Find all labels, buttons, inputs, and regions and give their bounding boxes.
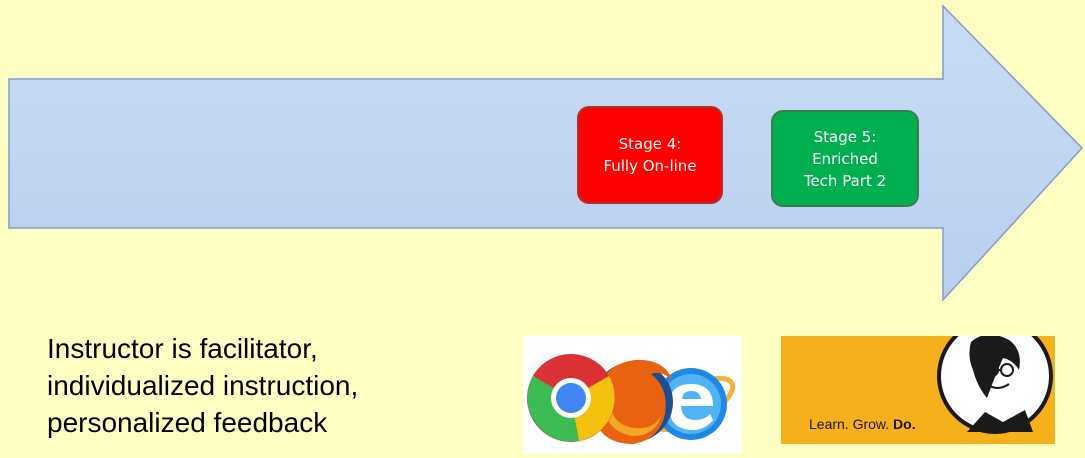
stage-5-label-line2: Tech Part 2 (803, 171, 887, 190)
slide-canvas: Stage 4: Fully On-line Stage 5: Enriched… (0, 0, 1085, 454)
lynda-tagline-bold: Do. (893, 416, 916, 432)
stage-4-box: Stage 4: Fully On-line (577, 106, 723, 204)
description-line-3: personalized feedback (47, 407, 328, 438)
description-text: Instructor is facilitator, individualize… (47, 330, 358, 441)
chrome-icon (527, 354, 615, 442)
lynda-tagline-text: Learn. Grow. (809, 416, 890, 432)
description-line-1: Instructor is facilitator, (47, 333, 318, 364)
stage-5-title: Stage 5: (813, 127, 877, 146)
description-line-2: individualized instruction, (47, 370, 359, 401)
stage-5-label-line1: Enriched (812, 149, 878, 168)
stage-4-title: Stage 4: (618, 135, 682, 153)
browsers-image (523, 336, 742, 454)
arrow-shape (8, 4, 1084, 302)
lynda-tagline: Learn. Grow. Do. (809, 416, 916, 432)
lynda-image: Learn. Grow. Do. (781, 336, 1055, 444)
stage-4-label: Fully On-line (603, 157, 697, 175)
stage-5-box: Stage 5: Enriched Tech Part 2 (771, 110, 919, 207)
